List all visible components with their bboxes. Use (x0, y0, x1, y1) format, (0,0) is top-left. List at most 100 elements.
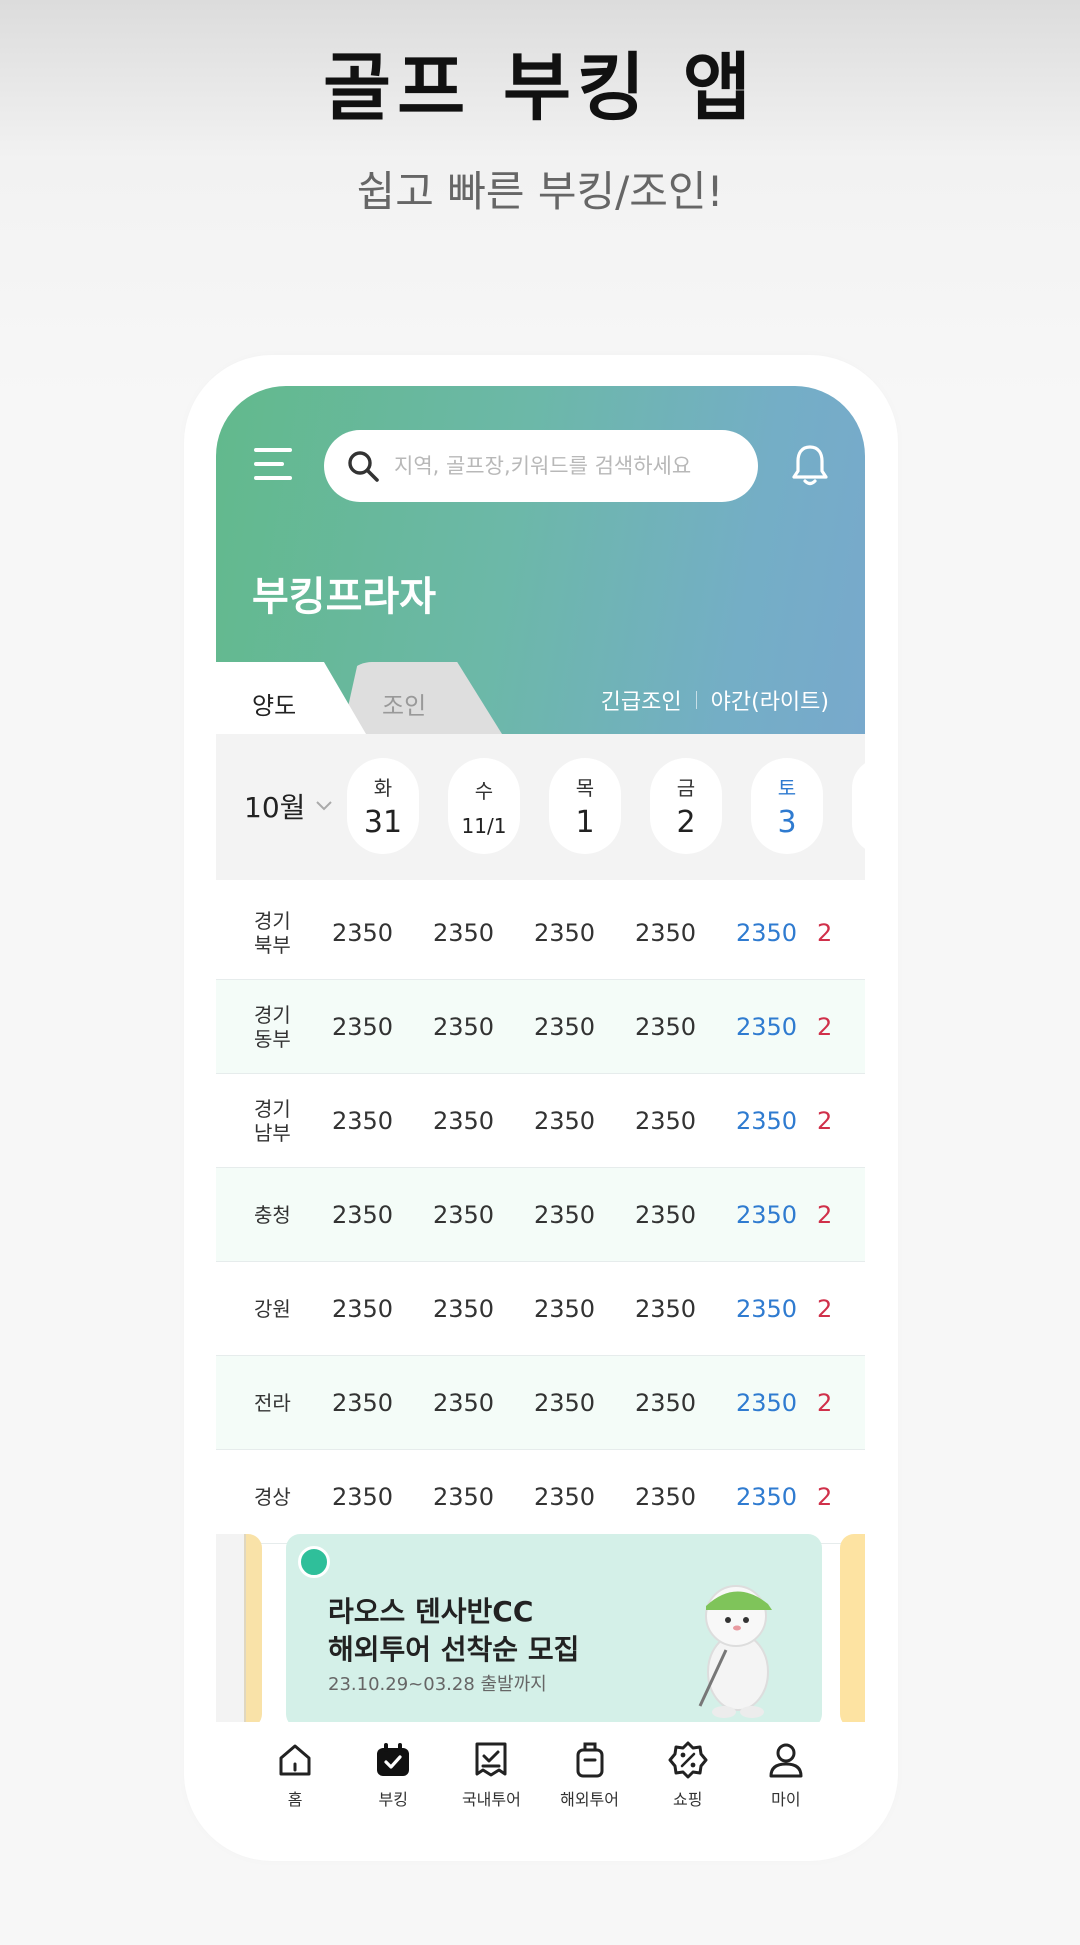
banner-line1: 라오스 덴사반CC (328, 1595, 534, 1628)
table-row[interactable]: 경기 북부 2350 2350 2350 2350 2350 2 (216, 886, 865, 980)
nav-my[interactable]: 마이 (741, 1740, 831, 1810)
tab-transfer[interactable]: 양도 (252, 686, 296, 721)
count-cell-sat[interactable]: 2350 (716, 1389, 817, 1417)
table-row[interactable]: 경상 2350 2350 2350 2350 2350 2 (216, 1450, 865, 1544)
banner-next-peek[interactable] (840, 1534, 865, 1728)
count-cell[interactable]: 2350 (413, 1389, 514, 1417)
count-cell-sun[interactable]: 2 (817, 1013, 837, 1041)
count-cell[interactable]: 2350 (413, 1483, 514, 1511)
count-cell-sun[interactable]: 2 (817, 1107, 837, 1135)
app-screen: 부킹프라자 양도 조인 긴급조인 야간(라이트) 10월 화 31 수 11/1… (216, 386, 865, 1728)
banner-prev-peek[interactable] (216, 1534, 262, 1728)
quick-links: 긴급조인 야간(라이트) (601, 684, 829, 716)
region-name: 전라 (254, 1390, 291, 1415)
count-cell[interactable]: 2350 (514, 1201, 615, 1229)
count-cell[interactable]: 2350 (413, 1013, 514, 1041)
count-cell[interactable]: 2350 (413, 1107, 514, 1135)
day-pill-sat[interactable]: 토 3 (751, 758, 823, 854)
region-name: 강원 (254, 1296, 291, 1321)
count-cell[interactable]: 2350 (514, 1013, 615, 1041)
search-bar[interactable] (324, 430, 758, 502)
page-title: 부킹프라자 (252, 574, 436, 620)
day-of-week: 토 (777, 776, 797, 800)
search-input[interactable] (394, 454, 734, 478)
nav-label: 마이 (771, 1790, 801, 1809)
day-pill-thu[interactable]: 목 1 (549, 758, 621, 854)
count-cell-sun[interactable]: 2 (817, 1201, 837, 1229)
table-row[interactable]: 강원 2350 2350 2350 2350 2350 2 (216, 1262, 865, 1356)
count-cell[interactable]: 2350 (514, 1389, 615, 1417)
count-cell[interactable]: 2350 (615, 1107, 716, 1135)
table-row[interactable]: 전라 2350 2350 2350 2350 2350 2 (216, 1356, 865, 1450)
count-cell[interactable]: 2350 (615, 1389, 716, 1417)
home-icon (279, 1744, 311, 1776)
count-cell[interactable]: 2350 (615, 1483, 716, 1511)
urgent-join-link[interactable]: 긴급조인 (601, 684, 682, 716)
count-cell-sun[interactable]: 2 (817, 919, 837, 947)
nav-label: 국내투어 (461, 1790, 521, 1809)
day-of-week: 금 (676, 776, 696, 800)
count-cell[interactable]: 2350 (312, 919, 413, 947)
hamburger-menu-icon[interactable] (254, 448, 292, 482)
nav-booking[interactable]: 부킹 (348, 1740, 438, 1810)
month-selector[interactable]: 10월 (244, 786, 333, 826)
count-cell[interactable]: 2350 (514, 1483, 615, 1511)
availability-table: 경기 북부 2350 2350 2350 2350 2350 2 경기 동부 2… (216, 886, 865, 1544)
nav-domestic-tour[interactable]: 국내투어 (446, 1740, 536, 1810)
day-of-week: 수 (474, 778, 494, 803)
day-pill-wed[interactable]: 수 11/1 (448, 758, 520, 854)
promo-banner[interactable]: 라오스 덴사반CC 해외투어 선착순 모집 23.10.29~03.28 출발까… (286, 1534, 822, 1728)
nav-label: 쇼핑 (672, 1790, 703, 1809)
count-cell-sun[interactable]: 2 (817, 1389, 837, 1417)
banner-badge-icon (298, 1546, 330, 1578)
count-cell-sat[interactable]: 2350 (716, 1107, 817, 1135)
count-cell-sat[interactable]: 2350 (716, 1295, 817, 1323)
count-cell[interactable]: 2350 (413, 919, 514, 947)
count-cell[interactable]: 2350 (514, 1107, 615, 1135)
table-row[interactable]: 경기 남부 2350 2350 2350 2350 2350 2 (216, 1074, 865, 1168)
count-cell[interactable]: 2350 (312, 1107, 413, 1135)
day-date: 31 (363, 805, 403, 840)
night-light-link[interactable]: 야간(라이트) (711, 684, 829, 716)
banner-period: 23.10.29~03.28 출발까지 (328, 1674, 547, 1695)
count-cell[interactable]: 2350 (615, 1013, 716, 1041)
bell-icon[interactable] (788, 442, 832, 488)
count-cell[interactable]: 2350 (413, 1201, 514, 1229)
count-cell[interactable]: 2350 (312, 1483, 413, 1511)
count-cell[interactable]: 2350 (312, 1201, 413, 1229)
count-cell[interactable]: 2350 (615, 1201, 716, 1229)
nav-label: 부킹 (378, 1790, 408, 1809)
nav-overseas-tour[interactable]: 해외투어 (545, 1740, 635, 1810)
day-pill-fri[interactable]: 금 2 (650, 758, 722, 854)
count-cell[interactable]: 2350 (312, 1013, 413, 1041)
day-date: 3 (777, 805, 797, 840)
nav-label: 홈 (287, 1790, 303, 1809)
day-date: 1 (575, 805, 595, 840)
count-cell-sun[interactable]: 2 (817, 1483, 837, 1511)
count-cell[interactable]: 2350 (312, 1389, 413, 1417)
count-cell[interactable]: 2350 (615, 919, 716, 947)
discount-badge-icon (668, 1741, 708, 1779)
day-date: 2 (676, 805, 696, 840)
count-cell-sat[interactable]: 2350 (716, 1013, 817, 1041)
nav-label: 해외투어 (560, 1790, 619, 1809)
count-cell-sat[interactable]: 2350 (716, 1201, 817, 1229)
count-cell[interactable]: 2350 (514, 1295, 615, 1323)
nav-shopping[interactable]: 쇼핑 (643, 1740, 733, 1810)
nav-home[interactable]: 홈 (250, 1740, 340, 1810)
count-cell[interactable]: 2350 (514, 919, 615, 947)
count-cell[interactable]: 2350 (615, 1295, 716, 1323)
count-cell[interactable]: 2350 (413, 1295, 514, 1323)
user-icon (769, 1743, 803, 1778)
day-pill-tue[interactable]: 화 31 (347, 758, 419, 854)
day-of-week: 화 (373, 776, 393, 800)
day-date: 11/1 (461, 813, 507, 838)
count-cell-sun[interactable]: 2 (817, 1295, 837, 1323)
calendar-check-icon (377, 1743, 410, 1776)
table-row[interactable]: 충청 2350 2350 2350 2350 2350 2 (216, 1168, 865, 1262)
tab-join[interactable]: 조인 (382, 686, 426, 721)
count-cell-sat[interactable]: 2350 (716, 1483, 817, 1511)
table-row[interactable]: 경기 동부 2350 2350 2350 2350 2350 2 (216, 980, 865, 1074)
count-cell-sat[interactable]: 2350 (716, 919, 817, 947)
count-cell[interactable]: 2350 (312, 1295, 413, 1323)
